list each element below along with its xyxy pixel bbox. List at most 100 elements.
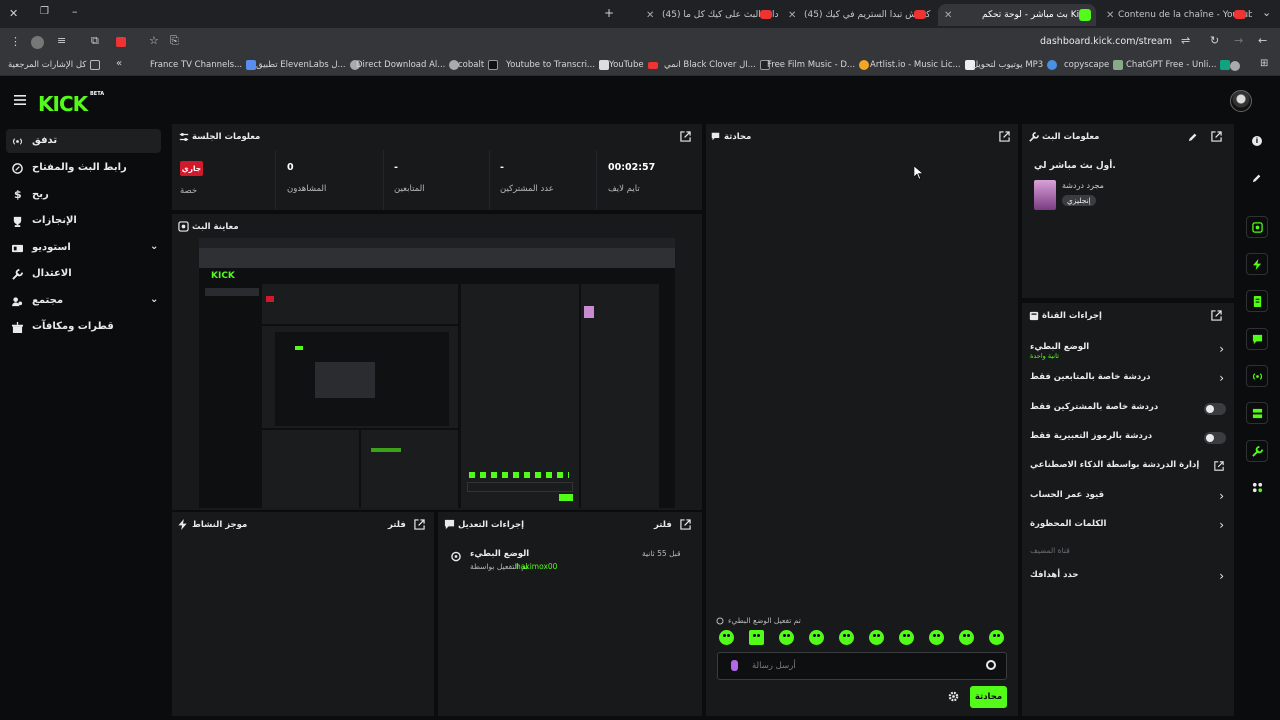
emote-icon[interactable] (749, 630, 764, 645)
bookmarks-more-icon[interactable]: ⊞ (1260, 58, 1268, 69)
rail-button-broadcast[interactable] (1246, 365, 1268, 387)
screenshot-icon[interactable]: ⧉ (91, 34, 99, 48)
chevron-down-icon[interactable]: ⌄ (150, 294, 158, 305)
tab-close-icon[interactable]: ✕ (1106, 10, 1114, 21)
rail-button-notes[interactable] (1246, 290, 1268, 312)
popout-icon[interactable] (1211, 310, 1222, 321)
sidebar-item-moderation[interactable]: الاعتدال (6, 262, 161, 286)
emote-icon[interactable] (719, 630, 734, 645)
bookmark-item[interactable]: cobalt (458, 60, 499, 70)
tab-youtube-content[interactable]: ✕ Contenu de la chaîne - YouTube (1100, 4, 1252, 26)
tab-close-icon[interactable]: ✕ (788, 10, 796, 21)
gear-icon[interactable] (948, 691, 959, 702)
sidebar-item-stream[interactable]: تدفق (6, 129, 161, 153)
ai-moderation-row[interactable]: إدارة الدردشة بواسطة الذكاء الاصطناعي (1030, 456, 1228, 478)
back-icon[interactable]: ← (1258, 34, 1267, 47)
popout-icon[interactable] (680, 519, 691, 530)
chat-input[interactable]: أرسل رسالة (717, 652, 1007, 680)
minimize-window-icon[interactable]: – (72, 5, 78, 18)
sidebar-item-monetize[interactable]: $ ربح (6, 183, 161, 207)
popout-icon[interactable] (414, 519, 425, 530)
bookmark-item[interactable]: YouTube (609, 60, 658, 70)
address-url[interactable]: dashboard.kick.com/stream (1040, 36, 1172, 47)
forward-icon[interactable]: → (1234, 34, 1243, 47)
sidebar-item-community[interactable]: مجتمع ⌄ (6, 289, 161, 313)
emote-icon[interactable] (839, 630, 854, 645)
activity-filter-button[interactable]: فلتر (388, 520, 406, 530)
sidebar-item-achievements[interactable]: الإنجازات (6, 209, 161, 233)
emote-icon[interactable] (779, 630, 794, 645)
bookmark-item[interactable]: تطبيق ElevenLabs ل... (256, 60, 360, 70)
set-goals-row[interactable]: حدد أهدافك › (1030, 566, 1228, 588)
rail-button-moderation[interactable] (1246, 440, 1268, 462)
kick-logo[interactable]: KICK (38, 92, 88, 116)
bookmark-item[interactable]: انمي Black Clover ال... (664, 60, 770, 70)
rail-button-chat[interactable] (1246, 328, 1268, 350)
bookmark-item[interactable]: Free Film Music - D... (767, 60, 870, 70)
tab-close-icon[interactable]: ✕ (944, 10, 952, 21)
menu-dots-icon[interactable]: ⋮ (10, 35, 21, 48)
emoji-picker-icon[interactable] (986, 660, 996, 670)
reload-icon[interactable]: ↻ (1210, 34, 1219, 47)
user-avatar[interactable] (1230, 90, 1252, 112)
profile-avatar-icon[interactable] (31, 36, 44, 49)
info-icon[interactable]: i (1252, 136, 1262, 146)
bookmark-favicon-icon[interactable] (1230, 61, 1240, 71)
extensions-icon[interactable]: ≡ (57, 34, 66, 47)
followers-only-row[interactable]: دردشة خاصة بالمتابعين فقط › (1030, 368, 1228, 390)
tab-kick-dashboard[interactable]: ✕ بث مباشر - لوحة تحكم Kick (938, 4, 1096, 26)
chevron-down-icon[interactable]: ⌄ (150, 241, 158, 252)
emote-icon[interactable] (959, 630, 974, 645)
category-name[interactable]: مجرد دردشة (1062, 181, 1104, 190)
share-icon[interactable]: ⎘ (170, 34, 179, 48)
tab-search-icon[interactable]: ⌄ (1262, 6, 1271, 19)
bookmark-item[interactable]: Artlist.io - Music Lic... (870, 60, 975, 70)
bookmark-item[interactable]: Youtube to Transcri... (506, 60, 610, 70)
popout-icon[interactable] (999, 131, 1010, 142)
bookmark-item[interactable]: يوتيوب لتحويل MP3 (972, 60, 1058, 70)
bookmark-item[interactable]: ChatGPT Free - Unli... (1126, 60, 1231, 70)
tab-how-to-stream[interactable]: ✕ (45) كيفاش تبدا الستريم في كيك (782, 4, 932, 26)
banned-words-row[interactable]: الكلمات المحظورة › (1030, 515, 1228, 537)
popout-icon[interactable] (1211, 131, 1222, 142)
rail-button-activity[interactable] (1246, 253, 1268, 275)
bookmark-star-icon[interactable]: ☆ (149, 34, 159, 47)
restore-window-icon[interactable]: ❐ (40, 6, 49, 17)
apps-icon[interactable] (1252, 482, 1263, 493)
account-age-row[interactable]: قيود عمر الحساب › (1030, 486, 1228, 508)
emote-icon[interactable] (869, 630, 884, 645)
record-extension-icon[interactable] (116, 37, 126, 47)
emotes-only-toggle[interactable] (1204, 432, 1226, 444)
close-window-icon[interactable]: ✕ (9, 7, 18, 20)
emote-icon[interactable] (989, 630, 1004, 645)
slow-mode-row[interactable]: الوضع البطيء ثانية واحدة › (1030, 338, 1228, 360)
mod-filter-button[interactable]: فلتر (654, 520, 672, 530)
bookmark-item[interactable]: France TV Channels... (150, 60, 257, 70)
rail-button-preview[interactable] (1246, 216, 1268, 238)
tab-broadcast-settings[interactable]: ✕ (45) إعدادات البث على كيك كل ما (640, 4, 778, 26)
bookmark-item[interactable]: Direct Download Al... (356, 60, 460, 70)
subscribers-only-toggle[interactable] (1204, 403, 1226, 415)
mod-entry-user[interactable]: hakimox00 (516, 562, 557, 571)
microphone-icon[interactable] (731, 660, 738, 671)
emote-icon[interactable] (809, 630, 824, 645)
pencil-icon[interactable] (1188, 132, 1198, 142)
bookmarks-overflow-icon[interactable]: « (116, 58, 122, 69)
popout-icon[interactable] (680, 131, 691, 142)
stream-preview-video[interactable]: KICK (199, 238, 675, 508)
emote-icon[interactable] (929, 630, 944, 645)
sidebar-item-drops[interactable]: قطرات ومكافآت (6, 315, 161, 339)
site-settings-icon[interactable]: ⇌ (1181, 34, 1190, 47)
hamburger-menu-icon[interactable] (14, 95, 26, 105)
sidebar-item-studio[interactable]: استوديو ⌄ (6, 236, 161, 260)
all-bookmarks[interactable]: كل الإشارات المرجعية (8, 60, 101, 70)
new-tab-icon[interactable]: + (604, 6, 614, 20)
emote-icon[interactable] (899, 630, 914, 645)
tab-close-icon[interactable]: ✕ (646, 10, 654, 21)
send-chat-button[interactable]: محادثة (970, 686, 1007, 708)
category-thumbnail[interactable] (1034, 180, 1056, 210)
language-tag[interactable]: إنجليزي (1062, 195, 1096, 206)
rail-button-layout[interactable] (1246, 402, 1268, 424)
pencil-icon[interactable] (1252, 173, 1262, 183)
sidebar-item-stream-key[interactable]: رابط البث والمفتاح (6, 156, 161, 180)
